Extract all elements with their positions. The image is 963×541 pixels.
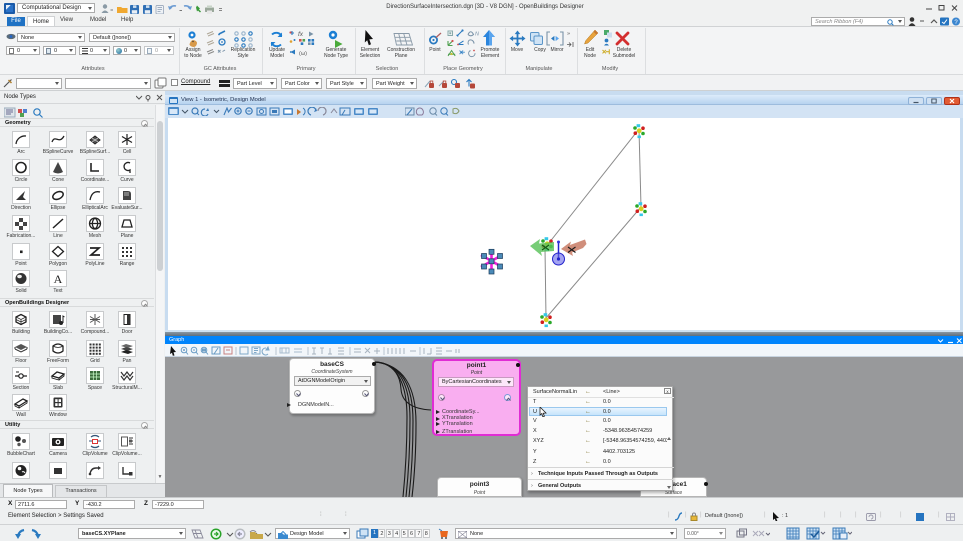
svg-text:fx: fx [298,31,304,38]
svg-text:A: A [54,272,63,286]
svg-text:N: N [475,32,479,38]
svg-text:(ω): (ω) [299,51,307,57]
